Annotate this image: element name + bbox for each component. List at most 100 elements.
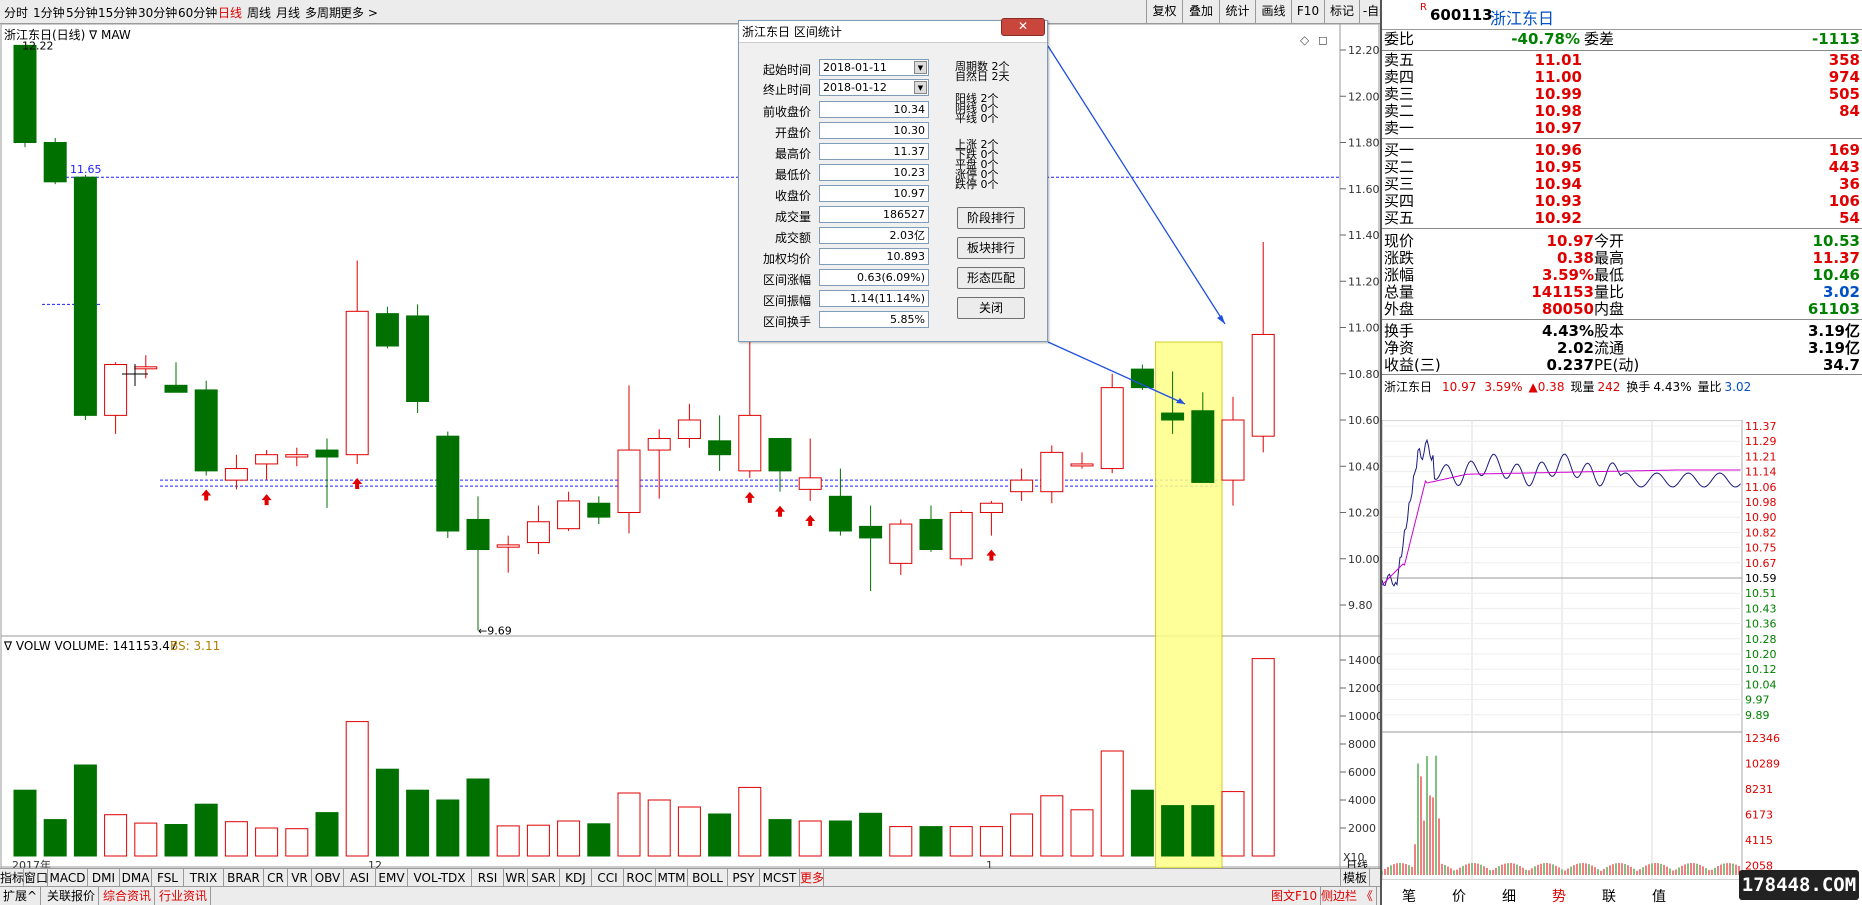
- intraday-chart[interactable]: 11.37 11.29 11.21 11.14 11.06 10.98 10.90 10.82…: [1382, 420, 1862, 880]
- indicator-tab-6[interactable]: TRIX: [184, 869, 224, 887]
- candle-body: [919, 518, 943, 550]
- volume-bar: [828, 820, 852, 857]
- bottom-tab-2[interactable]: 综合资讯: [100, 887, 156, 905]
- mini-price-tick: 11.29: [1745, 435, 1777, 448]
- volume-bar: [164, 824, 188, 857]
- dialog-close-button[interactable]: ✕: [1001, 18, 1045, 36]
- volume-bar: [315, 812, 339, 857]
- period-1[interactable]: 1分钟: [33, 4, 65, 21]
- mini-vol-tick: 12346: [1745, 732, 1780, 745]
- indicator-tab-8[interactable]: CR: [264, 869, 288, 887]
- mini-price-tick: 10.36: [1745, 618, 1777, 631]
- indicator-tab-19[interactable]: ROC: [624, 869, 656, 887]
- period-9[interactable]: 多周期: [305, 4, 341, 21]
- vol-tick-label: 12000: [1348, 682, 1380, 695]
- chart-area[interactable]: 12.20 12.00 11.80 11.60 11.40 11.20 11.00 10.80…: [0, 24, 1380, 868]
- period-5[interactable]: 60分钟: [178, 4, 217, 21]
- separator: [1382, 374, 1862, 375]
- start-time-select[interactable]: 2018-01-11 ▼: [819, 59, 929, 76]
- tool-2[interactable]: 统计: [1219, 0, 1255, 23]
- mini-price-tick: 11.37: [1745, 420, 1777, 433]
- indicator-tab-20[interactable]: MTM: [656, 869, 688, 887]
- indicator-tab-21[interactable]: BOLL: [688, 869, 728, 887]
- volume-bar: [617, 792, 641, 857]
- dialog-button-1[interactable]: 板块排行: [957, 237, 1025, 259]
- indicator-tab-22[interactable]: PSY: [728, 869, 760, 887]
- stat2-value-2: 34.7: [1822, 356, 1860, 374]
- tool-0[interactable]: 复权: [1146, 0, 1182, 23]
- dialog-button-0[interactable]: 阶段排行: [957, 207, 1025, 229]
- volume-bar: [768, 819, 792, 857]
- tool-1[interactable]: 叠加: [1182, 0, 1219, 23]
- indicator-tab-13[interactable]: VOL-TDX: [408, 869, 472, 887]
- quote-tab-4[interactable]: 联: [1602, 886, 1616, 905]
- tool-3[interactable]: 画线: [1255, 0, 1291, 23]
- indicator-tab-0[interactable]: 指标: [0, 869, 24, 887]
- indicator-tab-4[interactable]: DMA: [120, 869, 152, 887]
- indicator-tab-3[interactable]: DMI: [88, 869, 120, 887]
- stat2-label-2: PE(动): [1594, 356, 1640, 374]
- dropdown-arrow-icon[interactable]: ▼: [914, 61, 927, 74]
- period-4[interactable]: 30分钟: [138, 4, 177, 21]
- diamond-icon[interactable]: ◇: [1300, 33, 1310, 47]
- bottom-tab-0[interactable]: 扩展^: [0, 887, 42, 905]
- period-10[interactable]: 更多 >: [340, 4, 378, 21]
- tool-4[interactable]: F10: [1291, 0, 1324, 23]
- indicator-tab-17[interactable]: KDJ: [560, 869, 592, 887]
- indicator-tab-16[interactable]: SAR: [528, 869, 560, 887]
- period-3[interactable]: 15分钟: [98, 4, 137, 21]
- indicator-tab-10[interactable]: OBV: [312, 869, 344, 887]
- period-2[interactable]: 5分钟: [66, 4, 98, 21]
- dropdown-arrow-icon[interactable]: ▼: [914, 81, 927, 94]
- indicator-tab-23[interactable]: MCST: [760, 869, 800, 887]
- period-6[interactable]: 日线: [218, 4, 242, 21]
- quote-tab-1[interactable]: 价: [1452, 886, 1466, 905]
- indicator-tab-24[interactable]: 更多: [800, 869, 824, 887]
- period-0[interactable]: 分时: [4, 4, 28, 21]
- y-tick-label: 10.40: [1348, 460, 1380, 473]
- tool-5[interactable]: 标记: [1324, 0, 1359, 23]
- indicator-tab-18[interactable]: CCI: [592, 869, 624, 887]
- sidebar-toggle[interactable]: 侧边栏 《: [1318, 887, 1377, 905]
- dialog-button-2[interactable]: 形态匹配: [957, 267, 1025, 289]
- period-8[interactable]: 月线: [276, 4, 300, 21]
- f10-link[interactable]: 图文F10: [1268, 887, 1322, 905]
- indicator-tab-15[interactable]: WR: [504, 869, 528, 887]
- r-mark: R: [1420, 2, 1427, 13]
- quote-tab-5[interactable]: 值: [1652, 886, 1666, 905]
- end-time-select[interactable]: 2018-01-12 ▼: [819, 79, 929, 96]
- candle-body: [13, 44, 37, 143]
- indicator-tab-12[interactable]: EMV: [376, 869, 408, 887]
- bid-price: 10.92: [1534, 209, 1582, 227]
- template-button[interactable]: 模板: [1340, 869, 1370, 887]
- vol-tick-label: 8000: [1348, 738, 1376, 751]
- stock-name[interactable]: 浙江东日: [1490, 5, 1554, 29]
- mini-vol-tick: 8231: [1745, 783, 1773, 796]
- quote-tab-3[interactable]: 势: [1552, 886, 1566, 905]
- y-tick-label: 11.80: [1348, 137, 1380, 150]
- quote-tab-0[interactable]: 笔: [1402, 886, 1416, 905]
- bottom-tab-1[interactable]: 关联报价: [44, 887, 100, 905]
- mini-price-tick: 10.59: [1745, 572, 1777, 585]
- stat-label-2: 内盘: [1594, 300, 1625, 318]
- indicator-tab-9[interactable]: VR: [288, 869, 312, 887]
- kline-svg[interactable]: 12.20 12.00 11.80 11.60 11.40 11.20 11.00 10.80…: [0, 24, 1380, 868]
- period-7[interactable]: 周线: [247, 4, 271, 21]
- quote-tab-2[interactable]: 细: [1502, 886, 1516, 905]
- volume-bar: [557, 820, 581, 857]
- indicator-tab-5[interactable]: FSL: [152, 869, 184, 887]
- candle-body: [1070, 463, 1094, 467]
- candle-body: [828, 495, 852, 532]
- indicator-tab-1[interactable]: 窗口: [24, 869, 48, 887]
- indicator-tab-7[interactable]: BRAR: [224, 869, 264, 887]
- dialog-button-3[interactable]: 关闭: [957, 297, 1025, 319]
- vol-tick-label: 4000: [1348, 794, 1376, 807]
- separator: [1382, 319, 1862, 320]
- stat2-row-2: 收益(三) 0.237 PE(动) 34.7: [1382, 356, 1862, 375]
- indicator-tab-2[interactable]: MACD: [48, 869, 88, 887]
- indicator-tab-14[interactable]: RSI: [472, 869, 504, 887]
- bottom-tab-3[interactable]: 行业资讯: [156, 887, 212, 905]
- square-icon[interactable]: ◻: [1318, 33, 1328, 47]
- mini-price-tick: 9.97: [1745, 694, 1770, 707]
- indicator-tab-11[interactable]: ASI: [344, 869, 376, 887]
